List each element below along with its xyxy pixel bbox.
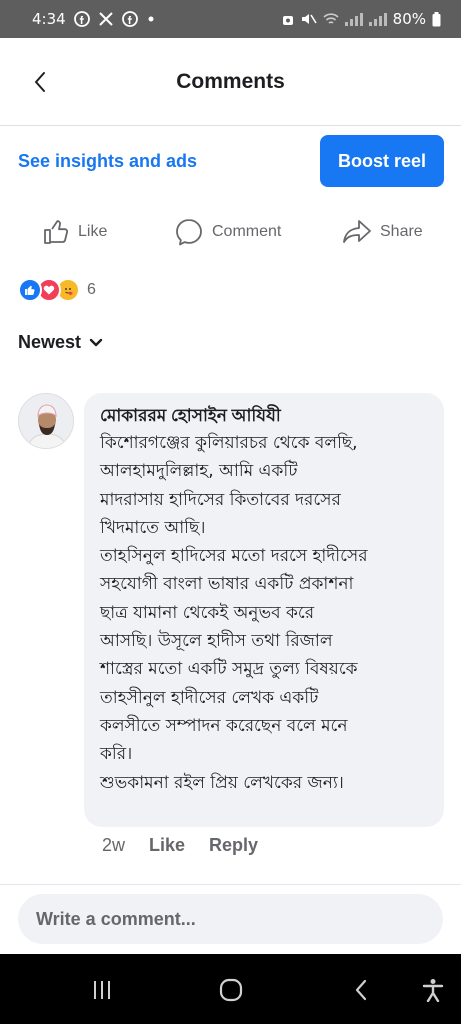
status-bar: 4:34 80% — [0, 0, 461, 38]
battery-icon — [432, 11, 441, 26]
dot-icon — [148, 16, 154, 22]
back-nav-button[interactable] — [341, 974, 381, 1006]
comment-icon — [176, 219, 202, 246]
avatar-image — [19, 394, 73, 448]
accessibility-icon — [422, 979, 444, 1002]
facebook-icon — [121, 11, 138, 27]
like-label: Like — [78, 223, 108, 240]
sort-label: Newest — [18, 332, 82, 352]
share-label: Share — [380, 223, 423, 240]
back-button[interactable] — [22, 64, 58, 100]
recent-apps-icon — [94, 981, 110, 999]
like-reaction-icon — [18, 278, 42, 302]
boost-reel-button[interactable]: Boost reel — [320, 135, 444, 187]
sort-dropdown[interactable]: Newest — [18, 332, 103, 353]
comment-like-button[interactable]: Like — [149, 835, 185, 856]
comment-author[interactable]: মোকাররম হোসাইন আযিযী — [100, 403, 430, 429]
page-title: Comments — [176, 69, 285, 93]
facebook-icon — [73, 11, 90, 27]
like-button[interactable]: Like — [42, 212, 107, 252]
thumbs-up-icon — [44, 220, 69, 244]
comment-time: 2w — [102, 835, 126, 855]
see-insights-link[interactable]: See insights and ads — [18, 151, 197, 172]
comment-label: Comment — [212, 223, 282, 240]
signal-icon — [368, 12, 387, 26]
system-nav-bar — [0, 954, 461, 1024]
alarm-icon — [282, 16, 293, 25]
status-left: 4:34 — [32, 10, 156, 28]
recent-apps-button[interactable] — [82, 974, 122, 1006]
back-icon — [355, 979, 367, 1001]
signal-icon — [344, 12, 363, 26]
share-button[interactable]: Share — [342, 212, 423, 252]
action-row: Like Comment Share — [0, 212, 461, 252]
comment-text: কিশোরগঞ্জের কুলিয়ারচর থেকে বলছি, আলহামদ… — [100, 433, 368, 793]
reactions-summary[interactable]: 6 — [18, 276, 96, 304]
reaction-count: 6 — [87, 281, 96, 298]
chevron-down-icon — [89, 338, 103, 346]
wifi-icon — [323, 13, 339, 24]
comment-reply-button[interactable]: Reply — [209, 835, 258, 856]
comment-meta: 2w Like Reply — [102, 835, 258, 856]
chevron-left-icon — [35, 72, 45, 92]
status-time: 4:34 — [32, 10, 66, 28]
battery-percent: 80% — [392, 10, 426, 28]
comment-bubble: মোকাররম হোসাইন আযিযী কিশোরগঞ্জের কুলিয়া… — [84, 393, 444, 827]
home-button[interactable] — [211, 974, 251, 1006]
gallery-icon — [98, 12, 113, 26]
avatar[interactable] — [18, 393, 74, 449]
share-icon — [343, 220, 371, 243]
mute-icon — [301, 14, 317, 24]
home-icon — [219, 978, 243, 1002]
comment-input[interactable] — [18, 894, 443, 944]
header: Comments — [0, 38, 461, 126]
comment-button[interactable]: Comment — [174, 212, 281, 252]
status-right: 80% — [281, 10, 441, 28]
accessibility-button[interactable] — [413, 974, 453, 1006]
insights-row: See insights and ads Boost reel — [0, 135, 461, 189]
